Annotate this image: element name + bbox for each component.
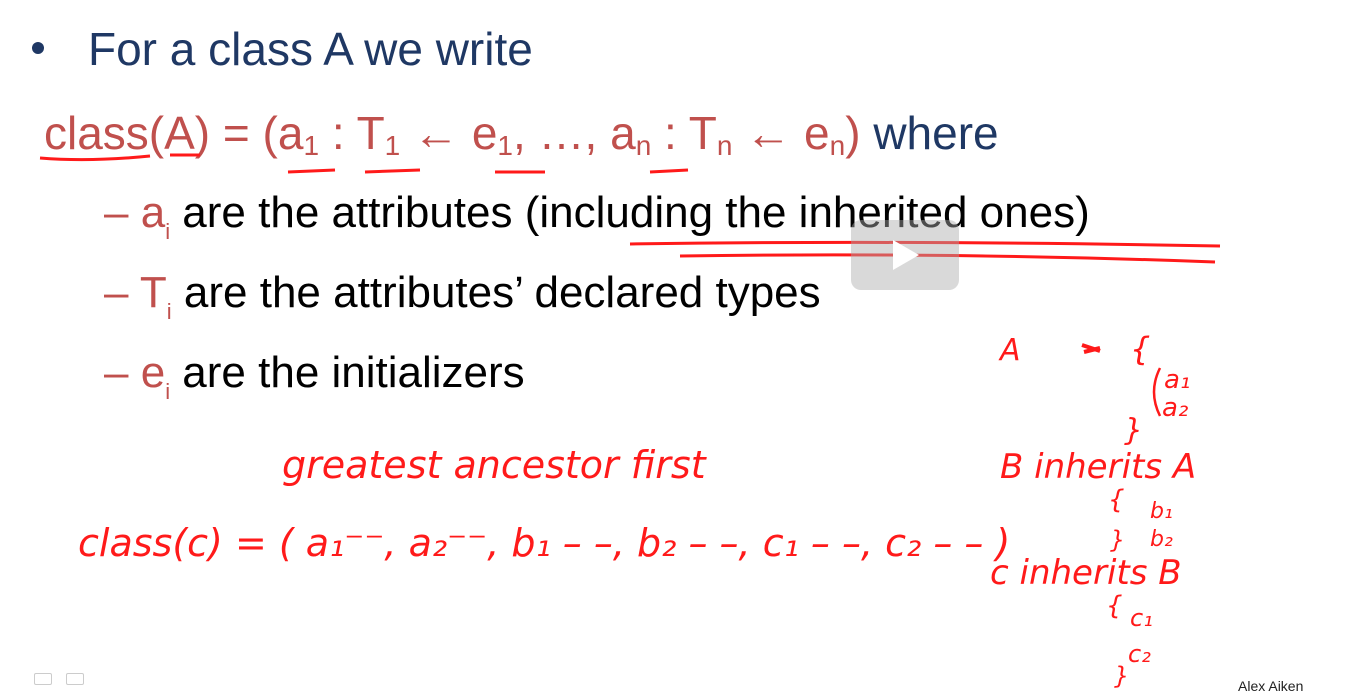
hw-c1: c₁ bbox=[1130, 604, 1153, 632]
hw-a1: a₁ bbox=[1164, 365, 1190, 395]
hw-B-inherits-A: B inherits A bbox=[1000, 447, 1196, 487]
bullet-text: For a class A we write bbox=[88, 23, 533, 75]
hw-greatest-ancestor: greatest ancestor first bbox=[282, 443, 708, 487]
hw-a2: a₂ bbox=[1162, 393, 1188, 423]
class-formula: class(A) = (a1 : T1 ← e1, …, an : Tn ← e… bbox=[44, 107, 999, 161]
underline-T1 bbox=[364, 168, 421, 174]
slide-menu-icon[interactable] bbox=[34, 673, 52, 685]
lecture-slide: For a class A we write class(A) = (a1 : … bbox=[0, 0, 1347, 700]
hw-brace-open-C: { bbox=[1106, 591, 1123, 621]
sub-item-types: – Ti are the attributes’ declared types bbox=[104, 268, 821, 324]
formula-where: where bbox=[860, 107, 999, 159]
hw-C-inherits-B: c inherits B bbox=[990, 553, 1182, 593]
hw-b1: b₁ bbox=[1150, 499, 1173, 524]
underline-an bbox=[649, 168, 689, 174]
formula-class-a: class(A) bbox=[44, 107, 211, 159]
slide-toolbar bbox=[34, 672, 98, 690]
hw-brace-open-A: { bbox=[1130, 330, 1150, 368]
bullet-dot-icon bbox=[32, 42, 44, 54]
hw-brace-close-B: } bbox=[1110, 526, 1125, 554]
sub-item-initializers: – ei are the initializers bbox=[104, 348, 525, 404]
hw-scribble bbox=[1081, 343, 1101, 354]
pen-icon[interactable] bbox=[66, 673, 84, 685]
underline-a1 bbox=[287, 168, 336, 174]
hw-brace-close-A: } bbox=[1124, 413, 1143, 448]
hw-brace-close-C: } bbox=[1114, 662, 1129, 690]
hw-bracket-A bbox=[1152, 367, 1162, 417]
hw-c2: c₂ bbox=[1128, 640, 1151, 668]
author-credit: Alex Aiken bbox=[1238, 678, 1304, 694]
hw-brace-open-B: { bbox=[1108, 485, 1125, 515]
hw-class-c: class(c) = ( a₁⁻⁻, a₂⁻⁻, b₁ – –, b₂ – –,… bbox=[78, 521, 1010, 565]
hw-A: A bbox=[998, 333, 1021, 368]
hw-b2: b₂ bbox=[1150, 527, 1173, 552]
play-icon[interactable] bbox=[851, 220, 959, 290]
